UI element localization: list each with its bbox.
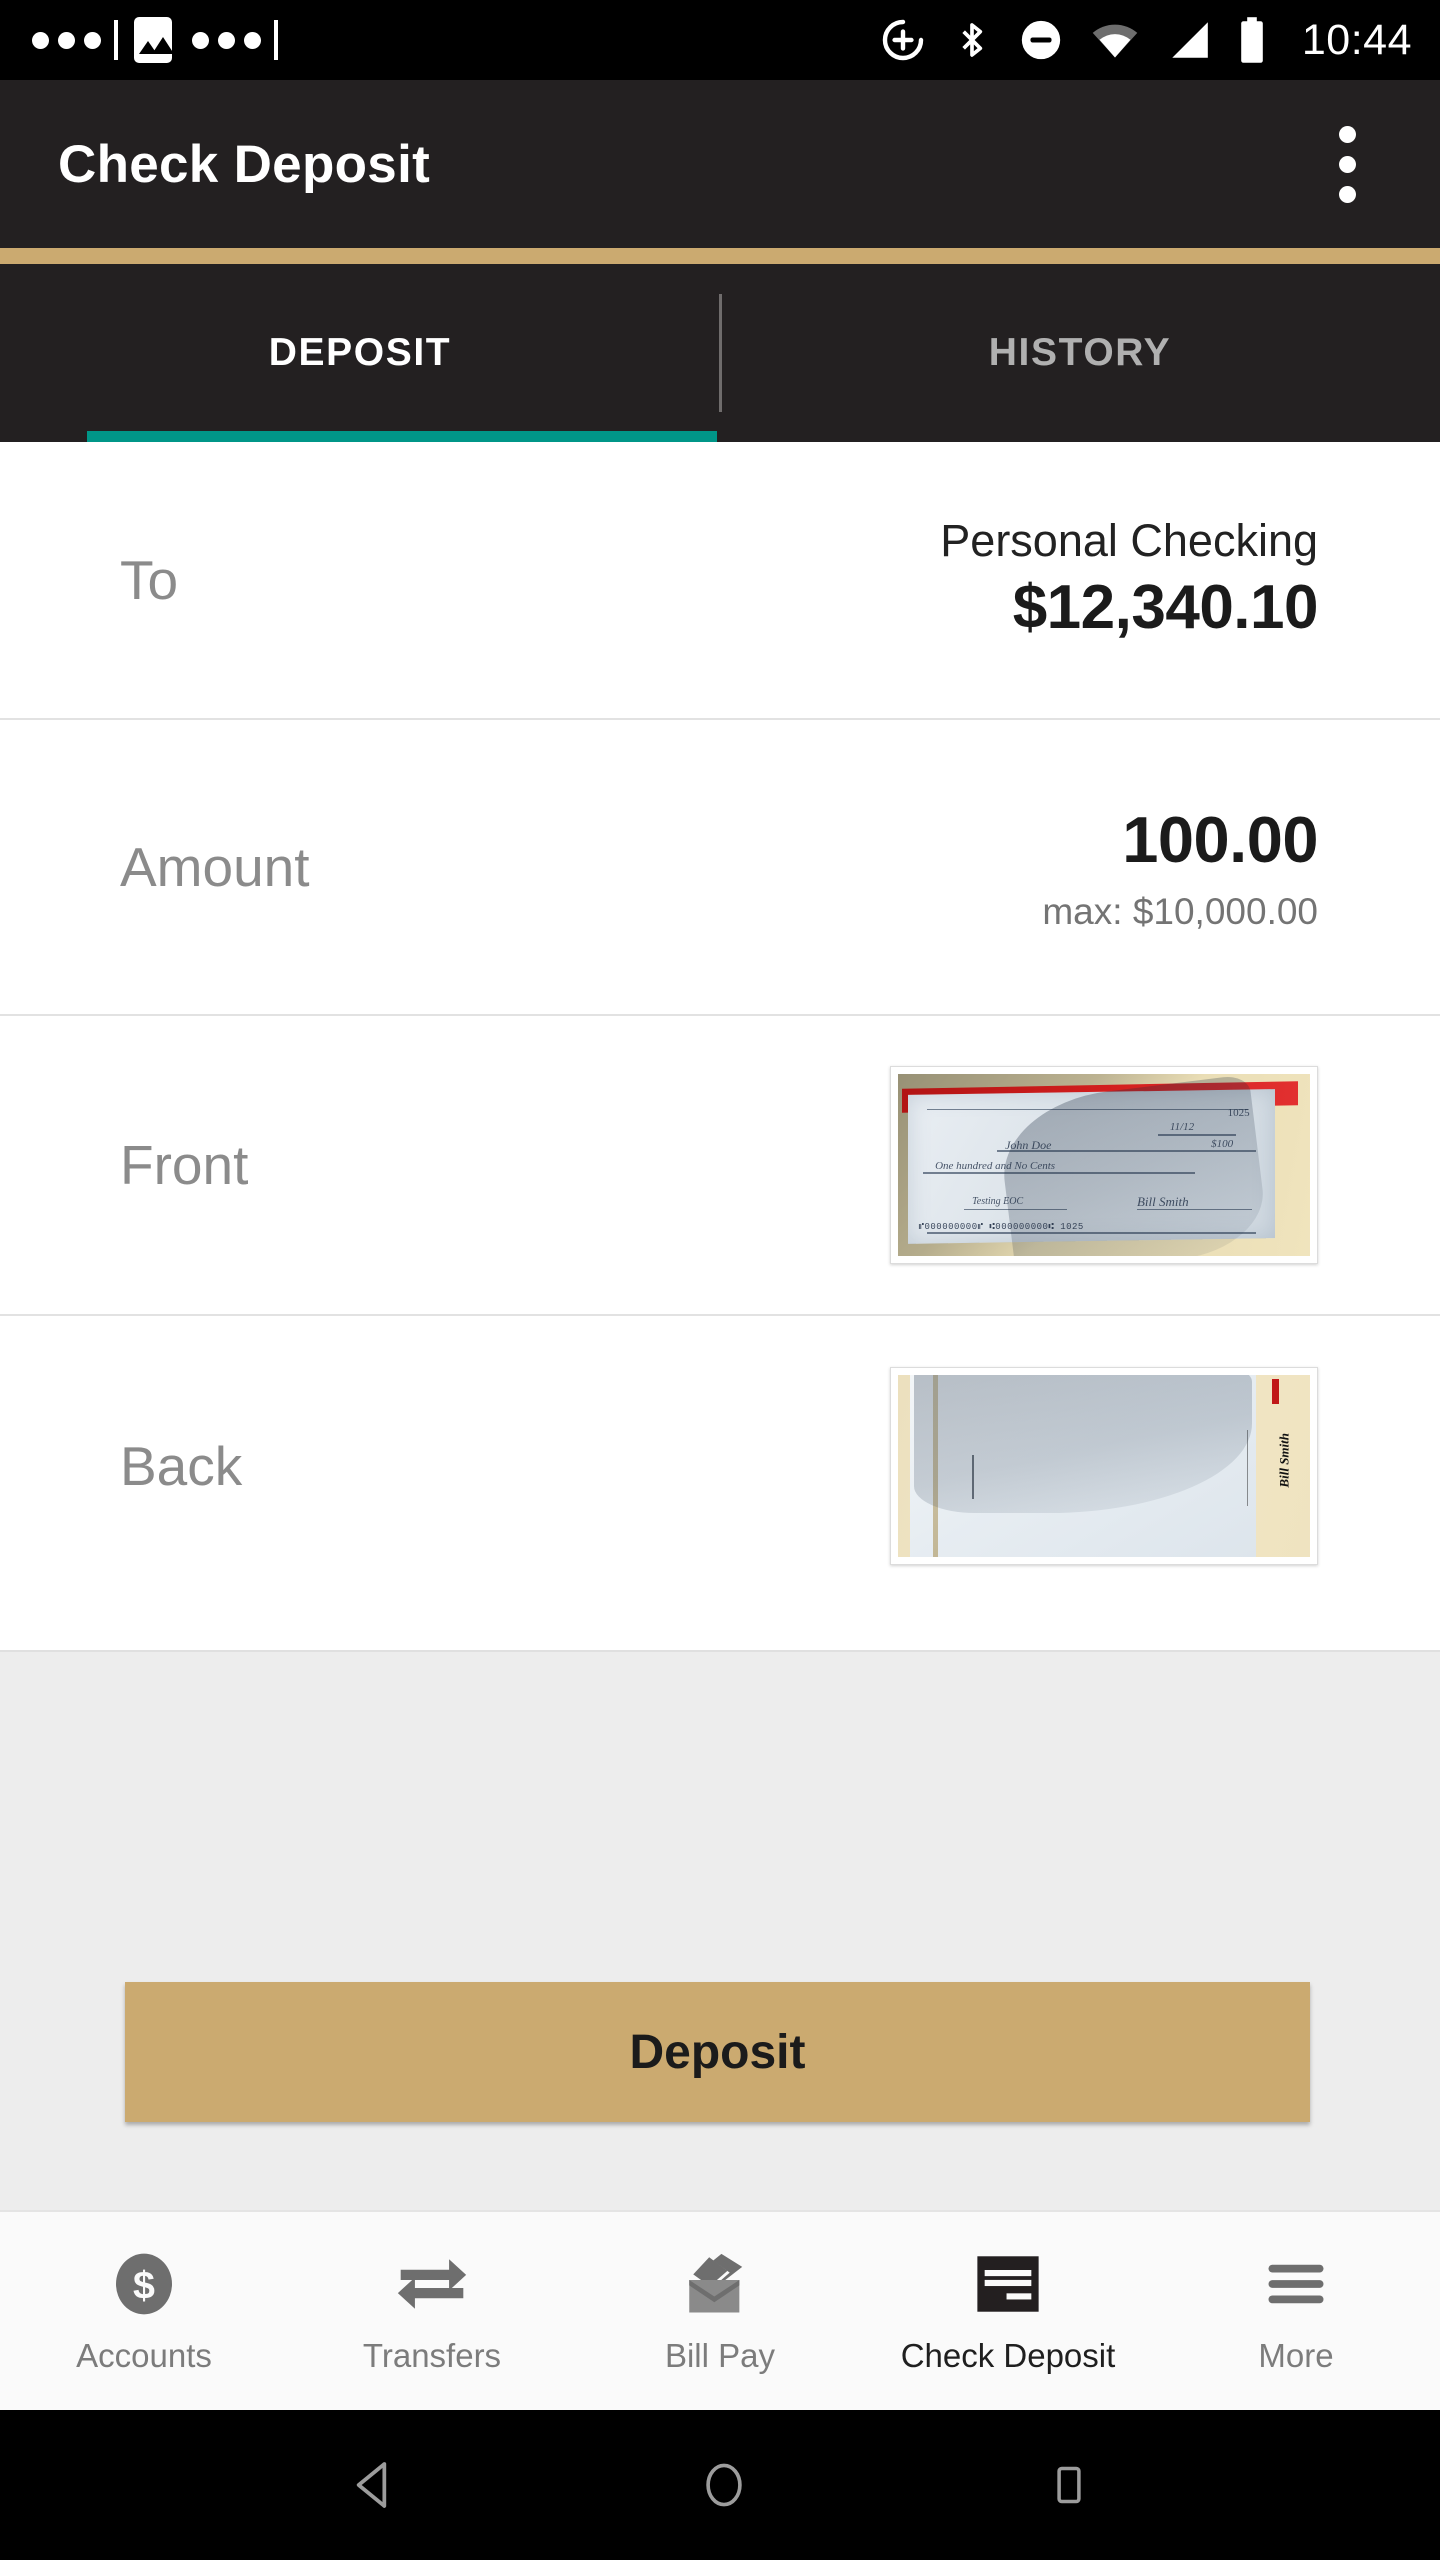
endorsement-signature: Bill Smith: [1277, 1433, 1293, 1488]
amount-input-value[interactable]: 100.00: [1042, 802, 1318, 877]
check-front-photo: 11/12 John Doe $100 One hundred and No C…: [898, 1074, 1310, 1256]
android-status-bar: 10:44: [0, 0, 1440, 80]
image-notification-icon: [134, 17, 172, 63]
tab-deposit[interactable]: DEPOSIT: [0, 264, 720, 442]
nav-item-transfers[interactable]: Transfers: [288, 2247, 576, 2375]
transfer-arrows-icon: [395, 2247, 469, 2321]
status-bar-clock: 10:44: [1301, 15, 1412, 64]
check-back-photo: Bill Smith: [898, 1375, 1310, 1557]
front-thumbnail[interactable]: 11/12 John Doe $100 One hundred and No C…: [890, 1066, 1318, 1264]
back-triangle-icon[interactable]: [349, 2457, 401, 2513]
nav-item-more[interactable]: More: [1152, 2247, 1440, 2375]
app-screen: 10:44 Check Deposit DEPOSIT HISTORY To P…: [0, 0, 1440, 2560]
action-panel: Deposit: [0, 1650, 1440, 2210]
tab-active-indicator: [87, 431, 717, 442]
tab-history[interactable]: HISTORY: [720, 264, 1440, 442]
app-bar: Check Deposit: [0, 80, 1440, 248]
row-to-label: To: [120, 549, 179, 611]
row-amount[interactable]: Amount 100.00 max: $10,000.00: [0, 720, 1440, 1016]
do-not-disturb-icon: [1018, 17, 1064, 63]
amount-max-hint: max: $10,000.00: [1042, 890, 1318, 932]
android-navigation-bar: [0, 2410, 1440, 2560]
bottom-navigation: $ Accounts Transfers Bill Pay Check Depo…: [0, 2210, 1440, 2410]
nav-item-check-deposit[interactable]: Check Deposit: [864, 2247, 1152, 2375]
row-front-label: Front: [120, 1134, 249, 1196]
accent-bar: [0, 248, 1440, 264]
hamburger-menu-icon: [1263, 2247, 1329, 2321]
row-back[interactable]: Back Bill Smith: [0, 1316, 1440, 1616]
tab-history-label: HISTORY: [988, 331, 1172, 374]
nav-item-more-label: More: [1258, 2337, 1334, 2374]
svg-text:$: $: [133, 2264, 155, 2308]
tab-bar: DEPOSIT HISTORY: [0, 264, 1440, 442]
row-amount-value: 100.00 max: $10,000.00: [1042, 802, 1318, 933]
row-to[interactable]: To Personal Checking $12,340.10: [0, 442, 1440, 720]
back-thumbnail[interactable]: Bill Smith: [890, 1367, 1318, 1565]
overflow-menu-icon[interactable]: [1312, 109, 1382, 219]
nav-item-transfers-label: Transfers: [362, 2337, 502, 2374]
status-divider-icon: [114, 20, 118, 60]
home-circle-icon[interactable]: [699, 2457, 749, 2513]
status-divider-icon-2: [274, 20, 278, 60]
nav-item-accounts-label: Accounts: [76, 2337, 212, 2374]
account-balance: $12,340.10: [1012, 572, 1319, 642]
wifi-icon: [1090, 19, 1140, 61]
battery-icon: [1238, 16, 1266, 64]
row-back-label: Back: [120, 1435, 243, 1497]
row-front[interactable]: Front 11/12 John Doe $: [0, 1016, 1440, 1316]
row-amount-label: Amount: [120, 836, 310, 898]
more-notifications-icon-2: [192, 31, 261, 49]
sync-icon: [880, 17, 926, 63]
check-document-icon: [973, 2247, 1043, 2321]
tab-divider: [719, 294, 722, 412]
nav-item-check-deposit-label: Check Deposit: [900, 2337, 1116, 2374]
envelope-pen-icon: [683, 2247, 757, 2321]
dollar-circle-icon: $: [109, 2247, 179, 2321]
row-to-value: Personal Checking $12,340.10: [940, 517, 1318, 643]
more-notifications-icon: [32, 31, 101, 49]
status-bar-notifications: [28, 17, 278, 63]
account-name: Personal Checking: [940, 515, 1318, 567]
nav-item-accounts[interactable]: $ Accounts: [0, 2247, 288, 2375]
status-bar-system-icons: 10:44: [880, 16, 1412, 65]
nav-item-bill-pay-label: Bill Pay: [664, 2337, 776, 2374]
tab-deposit-label: DEPOSIT: [268, 331, 452, 374]
recents-square-icon[interactable]: [1047, 2457, 1091, 2513]
deposit-button-label: Deposit: [629, 2025, 806, 2079]
bluetooth-icon: [952, 16, 992, 64]
deposit-form: To Personal Checking $12,340.10 Amount 1…: [0, 442, 1440, 1650]
page-title: Check Deposit: [58, 134, 431, 194]
nav-item-bill-pay[interactable]: Bill Pay: [576, 2247, 864, 2375]
deposit-button[interactable]: Deposit: [125, 1982, 1310, 2122]
cell-signal-icon: [1166, 19, 1212, 61]
